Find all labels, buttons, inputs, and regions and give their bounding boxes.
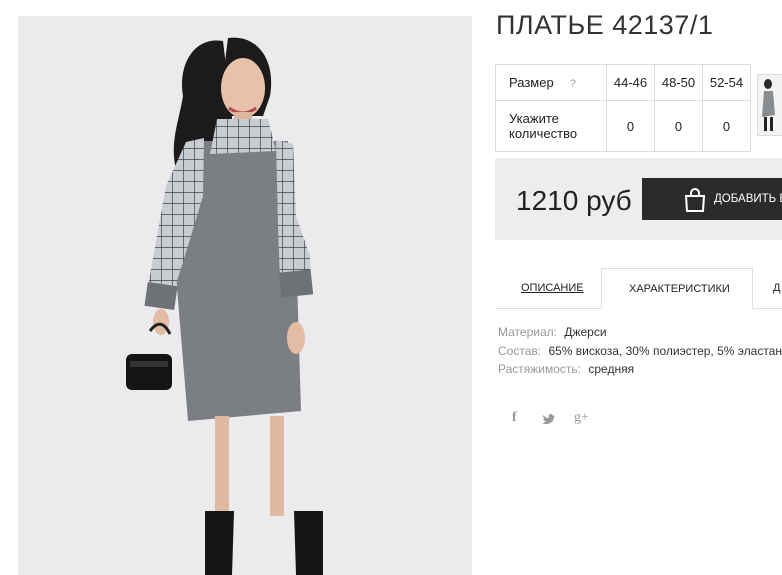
quantity-label: Укажите количество	[495, 100, 607, 152]
product-tabs: ОПИСАНИЕ ХАРАКТЕРИСТИКИ Д	[495, 268, 782, 309]
size-label-cell: Размер?	[495, 64, 607, 101]
price-box: 1210 руб ДОБАВИТЬ В	[495, 158, 782, 240]
google-plus-icon[interactable]: g+	[574, 410, 589, 426]
property-key: Материал:	[498, 325, 557, 339]
add-to-cart-label: ДОБАВИТЬ В	[714, 193, 782, 205]
product-photo[interactable]	[18, 16, 472, 575]
tab-description[interactable]: ОПИСАНИЕ	[521, 282, 584, 294]
tab-more[interactable]: Д	[773, 282, 780, 294]
price: 1210 руб	[516, 185, 632, 216]
size-label: Размер	[509, 75, 554, 90]
quantity-input[interactable]: 0	[654, 100, 703, 152]
quantity-row: Укажите количество 0 0 0	[495, 100, 751, 152]
property-row: Материал: Джерси	[498, 323, 782, 342]
property-value: средняя	[588, 362, 635, 376]
size-cell: 44-46	[606, 64, 655, 101]
tab-characteristics[interactable]: ХАРАКТЕРИСТИКИ	[601, 268, 753, 309]
twitter-icon[interactable]	[542, 413, 556, 425]
thumbnail-image	[762, 79, 775, 131]
property-value: 65% вискоза, 30% полиэстер, 5% эластан	[548, 343, 782, 358]
quantity-input[interactable]: 0	[702, 100, 751, 152]
size-row: Размер? 44-46 48-50 52-54	[495, 64, 751, 101]
property-key: Состав:	[498, 343, 542, 358]
shopping-bag-icon	[684, 188, 706, 212]
property-row: Состав: 65% вискоза, 30% полиэстер, 5% э…	[498, 342, 782, 361]
size-quantity-table: Размер? 44-46 48-50 52-54 Укажите количе…	[495, 64, 751, 152]
characteristics-list: Материал: Джерси Состав: 65% вискоза, 30…	[498, 323, 782, 379]
facebook-icon[interactable]: f	[512, 410, 517, 426]
size-cell: 48-50	[654, 64, 703, 101]
quantity-input[interactable]: 0	[606, 100, 655, 152]
tab-characteristics-label: ХАРАКТЕРИСТИКИ	[629, 283, 730, 295]
property-key: Растяжимость:	[498, 362, 582, 376]
size-cell: 52-54	[702, 64, 751, 101]
add-to-cart-button[interactable]: ДОБАВИТЬ В	[642, 178, 782, 220]
product-title: ПЛАТЬЕ 42137/1	[496, 10, 714, 40]
property-value: Джерси	[564, 325, 607, 339]
product-thumbnail[interactable]	[757, 74, 782, 136]
model-illustration	[126, 37, 323, 575]
property-row: Растяжимость: средняя	[498, 360, 782, 379]
help-icon[interactable]: ?	[570, 78, 576, 90]
